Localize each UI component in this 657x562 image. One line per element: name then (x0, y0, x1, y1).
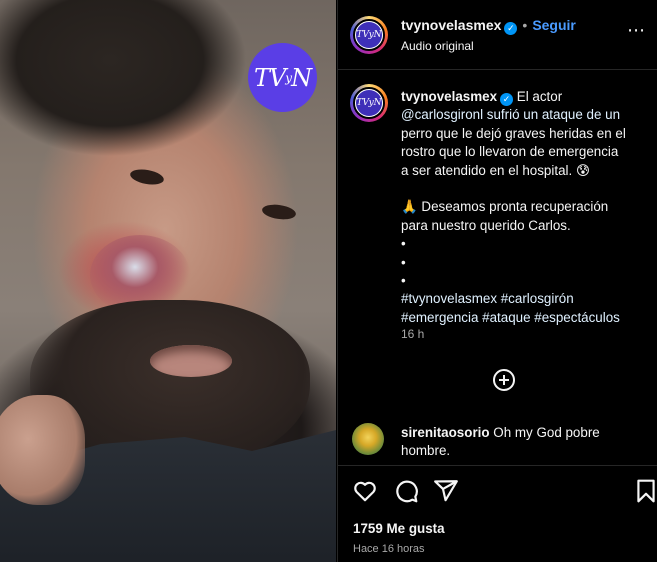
tvyn-watermark-logo: TV y N (248, 43, 317, 112)
post-caption: tvynovelasmex ✓ El actor @carlosgironl su… (401, 88, 649, 327)
hand-shape (0, 395, 85, 505)
post-header: TVyN tvynovelasmex ✓ • Seguir Audio origina… (338, 0, 657, 70)
hashtag-line-1[interactable]: #tvynovelasmex #carlosgirón (401, 290, 649, 308)
account-avatar[interactable]: TVyN (350, 16, 388, 54)
post-video[interactable]: TV y N (0, 0, 336, 562)
share-icon[interactable] (433, 478, 459, 504)
save-bookmark-icon[interactable] (633, 478, 657, 504)
caption-verified-icon: ✓ (500, 93, 514, 106)
caption-line-6: 🙏 Deseamos pronta recuperación (401, 199, 609, 215)
avatar-text: TVyN (356, 22, 382, 48)
caption-line-2: perro que le dejó graves heridas en el (401, 125, 626, 141)
right-eye-shape (261, 202, 297, 222)
load-more-comments-icon[interactable] (493, 369, 515, 391)
watermark-main: TV (253, 63, 286, 92)
heart-icon[interactable] (352, 478, 378, 504)
left-eye-shape (129, 167, 165, 187)
caption-line-10: • (401, 273, 406, 289)
caption-line-3: rostro que lo llevaron de emergencia (401, 144, 619, 160)
caption-line-8: • (401, 236, 406, 252)
post-side-panel: TVyN tvynovelasmex ✓ • Seguir Audio origina… (337, 0, 657, 562)
commenter-avatar[interactable] (352, 423, 384, 455)
caption-username[interactable]: tvynovelasmex (401, 89, 497, 104)
caption-line-0: tvynovelasmex ✓ El actor (401, 88, 649, 106)
hashtag-line-2[interactable]: #emergencia #ataque #espectáculos (401, 309, 649, 327)
caption-avatar[interactable]: TVyN (350, 84, 388, 122)
comment-icon[interactable] (393, 478, 419, 504)
follow-button[interactable]: Seguir (532, 17, 576, 33)
comment-item: sirenitaosorio Oh my God pobre hombre. (401, 424, 649, 461)
caption-avatar-text: TVyN (356, 90, 382, 116)
separator-dot: • (522, 17, 528, 33)
caption-line-7: para nuestro querido Carlos. (401, 217, 571, 233)
caption-line-5 (401, 180, 649, 198)
header-title-row: tvynovelasmex ✓ • Seguir (401, 17, 576, 35)
action-bar: 1759 Me gusta Hace 16 horas (338, 465, 657, 562)
caption-text-0: El actor (516, 89, 563, 104)
caption-age: 16 h (401, 327, 425, 341)
caption-line-9: • (401, 254, 406, 270)
watermark-tail: N (291, 63, 312, 92)
instagram-post-view: TV y N TVyN tvynovelasmex ✓ • Seguir Audio or… (0, 0, 657, 562)
caption-line-4: a ser atendido en el hospital. 😰 (401, 162, 590, 178)
more-options-icon[interactable]: ⋯ (627, 21, 646, 39)
likes-count[interactable]: 1759 Me gusta (353, 521, 445, 536)
verified-badge-icon: ✓ (504, 22, 518, 35)
header-username[interactable]: tvynovelasmex (401, 17, 501, 33)
audio-original-link[interactable]: Audio original (401, 39, 474, 53)
post-timestamp[interactable]: Hace 16 horas (353, 543, 425, 555)
comment-username[interactable]: sirenitaosorio (401, 425, 490, 440)
mouth-shape (150, 345, 232, 377)
caption-line-1[interactable]: @carlosgironl sufrió un ataque de un (401, 106, 649, 124)
